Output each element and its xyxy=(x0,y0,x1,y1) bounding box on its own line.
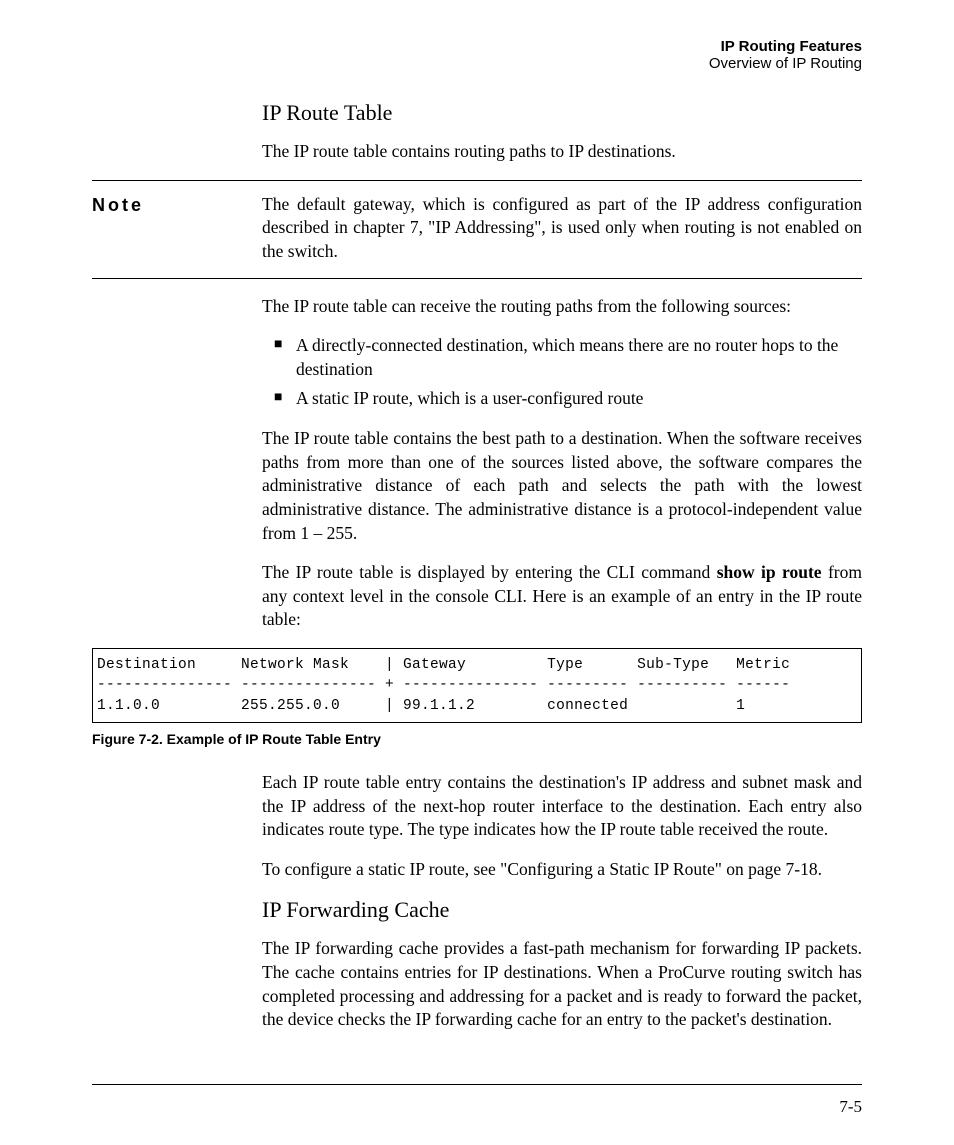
bullet-item: ■ A directly-connected destination, whic… xyxy=(262,334,862,381)
cli-command: show ip route xyxy=(717,562,822,582)
bullet-text: A static IP route, which is a user-confi… xyxy=(296,387,862,411)
code-block-route-table: Destination Network Mask | Gateway Type … xyxy=(92,648,862,723)
bullet-item: ■ A static IP route, which is a user-con… xyxy=(262,387,862,411)
cli-paragraph: The IP route table is displayed by enter… xyxy=(262,561,862,632)
page-number: 7-5 xyxy=(839,1097,862,1117)
intro-paragraph: The IP route table contains routing path… xyxy=(262,140,862,164)
figure-caption: Figure 7-2. Example of IP Route Table En… xyxy=(92,731,862,747)
forwarding-cache-paragraph: The IP forwarding cache provides a fast-… xyxy=(262,937,862,1032)
cli-pre: The IP route table is displayed by enter… xyxy=(262,562,717,582)
square-bullet-icon: ■ xyxy=(262,334,296,381)
section-heading-forwarding-cache: IP Forwarding Cache xyxy=(262,897,862,923)
header-chapter-title: IP Routing Features xyxy=(92,38,862,55)
note-text: The default gateway, which is configured… xyxy=(262,193,862,264)
section-heading-ip-route-table: IP Route Table xyxy=(262,100,862,126)
bullet-list: ■ A directly-connected destination, whic… xyxy=(262,334,862,411)
bullet-text: A directly-connected destination, which … xyxy=(296,334,862,381)
sources-intro: The IP route table can receive the routi… xyxy=(262,295,862,319)
note-label: Note xyxy=(92,193,262,216)
header-section-title: Overview of IP Routing xyxy=(92,55,862,72)
page-header: IP Routing Features Overview of IP Routi… xyxy=(92,38,862,72)
square-bullet-icon: ■ xyxy=(262,387,296,411)
bestpath-paragraph: The IP route table contains the best pat… xyxy=(262,427,862,545)
static-route-reference: To configure a static IP route, see "Con… xyxy=(262,858,862,882)
note-block: Note The default gateway, which is confi… xyxy=(92,180,862,279)
entry-description: Each IP route table entry contains the d… xyxy=(262,771,862,842)
footer-divider xyxy=(92,1084,862,1085)
